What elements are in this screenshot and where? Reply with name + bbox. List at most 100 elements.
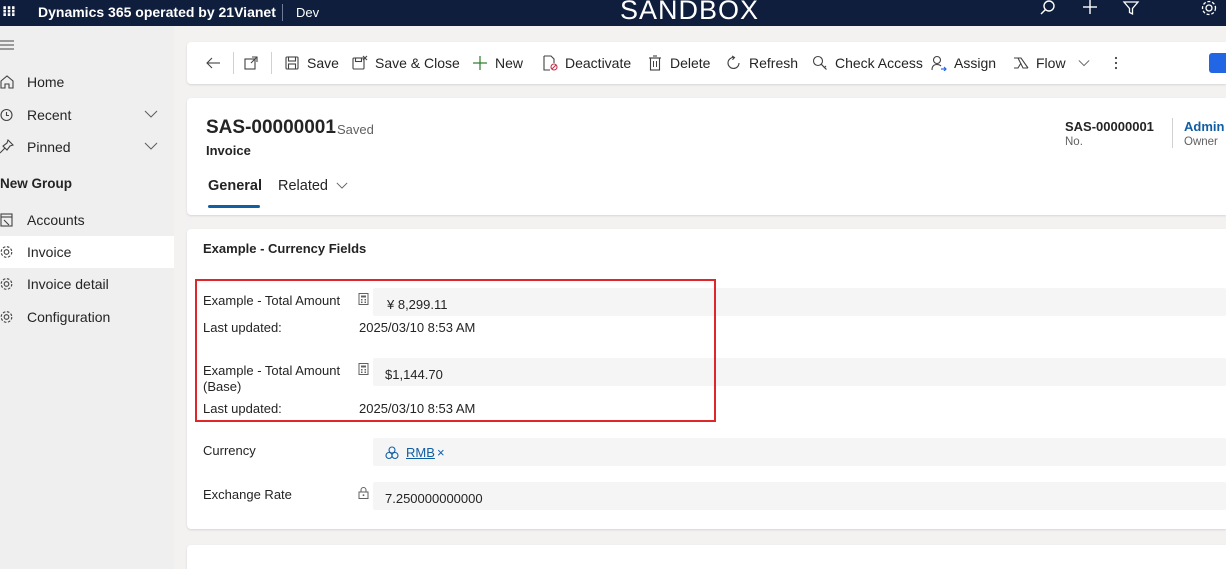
refresh-button[interactable]: Refresh <box>726 42 798 84</box>
sidebar-item-pinned[interactable]: Pinned <box>0 131 174 163</box>
currency-link[interactable]: RMB <box>406 445 435 460</box>
chevron-down-icon <box>1078 60 1090 67</box>
save-close-label: Save & Close <box>375 55 460 71</box>
command-bar: Save Save & Close New Deactivate Delete … <box>187 42 1226 84</box>
waffle-icon[interactable]: ⁝⁝⁝ <box>2 3 16 20</box>
back-button[interactable] <box>205 42 228 84</box>
sidebar-item-configuration[interactable]: Configuration <box>0 301 174 333</box>
chevron-down-icon <box>336 182 348 189</box>
pin-icon <box>0 139 15 154</box>
share-button[interactable] <box>1209 53 1226 73</box>
puzzle-icon <box>0 311 13 323</box>
command-divider <box>233 52 234 74</box>
delete-button[interactable]: Delete <box>647 42 710 84</box>
section-title: Example - Currency Fields <box>203 241 367 256</box>
tab-related[interactable]: Related <box>278 178 348 194</box>
check-access-icon <box>812 55 827 70</box>
currency-remove-button[interactable]: × <box>437 445 445 460</box>
record-entity: Invoice <box>206 143 251 158</box>
record-title: SAS-00000001 <box>206 117 336 138</box>
tab-general[interactable]: General <box>208 178 262 194</box>
sidebar: Home Recent Pinned New Group Accounts In… <box>0 26 174 569</box>
sidebar-item-label: Accounts <box>27 212 85 228</box>
refresh-icon <box>727 55 740 69</box>
record-status: - Saved <box>329 122 374 137</box>
sidebar-item-invoice-detail[interactable]: Invoice detail <box>0 268 174 300</box>
tab-active-indicator <box>208 205 260 208</box>
sidebar-item-accounts[interactable]: Accounts <box>0 204 174 236</box>
assign-button[interactable]: Assign <box>931 42 996 84</box>
currency-label: Currency <box>203 443 256 458</box>
search-icon[interactable] <box>1038 0 1058 18</box>
assign-icon <box>931 55 947 71</box>
header-number-label: No. <box>1065 136 1083 148</box>
clock-icon <box>0 108 13 122</box>
lock-icon <box>358 487 369 499</box>
arrow-left-icon <box>206 57 220 69</box>
add-icon <box>473 56 487 70</box>
chevron-down-icon[interactable] <box>144 109 158 119</box>
sidebar-item-label: Pinned <box>27 139 71 155</box>
sidebar-item-label: Invoice <box>27 244 72 260</box>
delete-label: Delete <box>670 55 711 71</box>
home-icon <box>0 75 14 89</box>
assign-label: Assign <box>954 55 997 71</box>
new-label: New <box>495 55 524 71</box>
save-button[interactable]: Save <box>284 42 339 84</box>
command-divider <box>271 52 272 74</box>
sidebar-group-title: New Group <box>0 176 73 191</box>
header-divider <box>1172 118 1173 148</box>
open-new-window-icon <box>244 56 258 70</box>
save-label: Save <box>307 55 339 71</box>
flow-button[interactable]: Flow <box>1013 42 1097 84</box>
puzzle-icon <box>0 278 13 290</box>
filter-icon[interactable] <box>1121 0 1141 18</box>
topbar-divider <box>282 4 283 21</box>
more-commands-button[interactable] <box>1114 42 1125 84</box>
environment-name: Dev <box>296 5 320 20</box>
deactivate-icon <box>543 55 558 71</box>
sidebar-item-invoice[interactable]: Invoice <box>0 236 174 268</box>
header-number-value: SAS-00000001 <box>1065 119 1154 134</box>
chevron-down-icon[interactable] <box>144 141 158 151</box>
flow-icon <box>1014 57 1029 69</box>
more-icon <box>1114 56 1118 70</box>
accounts-icon <box>0 213 13 227</box>
top-bar: ⁝⁝⁝ Dynamics 365 operated by 21Vianet De… <box>0 0 1226 26</box>
exchange-rate-field[interactable] <box>373 482 1226 510</box>
sidebar-item-label: Home <box>27 74 65 90</box>
highlight-box <box>195 279 716 422</box>
puzzle-icon <box>0 246 13 258</box>
header-owner-link[interactable]: Admin <box>1184 119 1224 134</box>
trash-icon <box>649 55 661 71</box>
subgrid-section <box>187 545 1226 569</box>
save-icon <box>285 56 299 70</box>
tab-related-label: Related <box>278 178 328 194</box>
settings-icon[interactable] <box>1199 0 1219 18</box>
sandbox-banner: SANDBOX <box>620 0 760 25</box>
flow-label: Flow <box>1036 55 1066 71</box>
currency-section: Example - Currency Fields Example - Tota… <box>187 229 1226 529</box>
new-button[interactable]: New <box>472 42 523 84</box>
deactivate-button[interactable]: Deactivate <box>542 42 631 84</box>
header-owner-label: Owner <box>1184 136 1218 148</box>
add-icon[interactable] <box>1080 0 1100 17</box>
sidebar-item-home[interactable]: Home <box>0 66 174 98</box>
currency-field[interactable] <box>373 438 1226 466</box>
hamburger-icon[interactable] <box>0 38 14 52</box>
save-close-icon <box>352 55 368 70</box>
record-header: SAS-00000001 - Saved Invoice SAS-0000000… <box>187 98 1226 215</box>
open-new-window-button[interactable] <box>243 42 266 84</box>
check-access-button[interactable]: Check Access <box>812 42 923 84</box>
exchange-rate-value: 7.250000000000 <box>385 491 483 506</box>
sidebar-item-label: Recent <box>27 107 72 123</box>
sidebar-item-label: Configuration <box>27 309 111 325</box>
sidebar-item-label: Invoice detail <box>27 276 109 292</box>
exchange-rate-label: Exchange Rate <box>203 487 292 502</box>
deactivate-label: Deactivate <box>565 55 632 71</box>
save-close-button[interactable]: Save & Close <box>352 42 460 84</box>
currency-icon <box>385 446 399 460</box>
refresh-label: Refresh <box>749 55 799 71</box>
sidebar-item-recent[interactable]: Recent <box>0 99 174 131</box>
app-name[interactable]: Dynamics 365 operated by 21Vianet <box>38 4 276 20</box>
